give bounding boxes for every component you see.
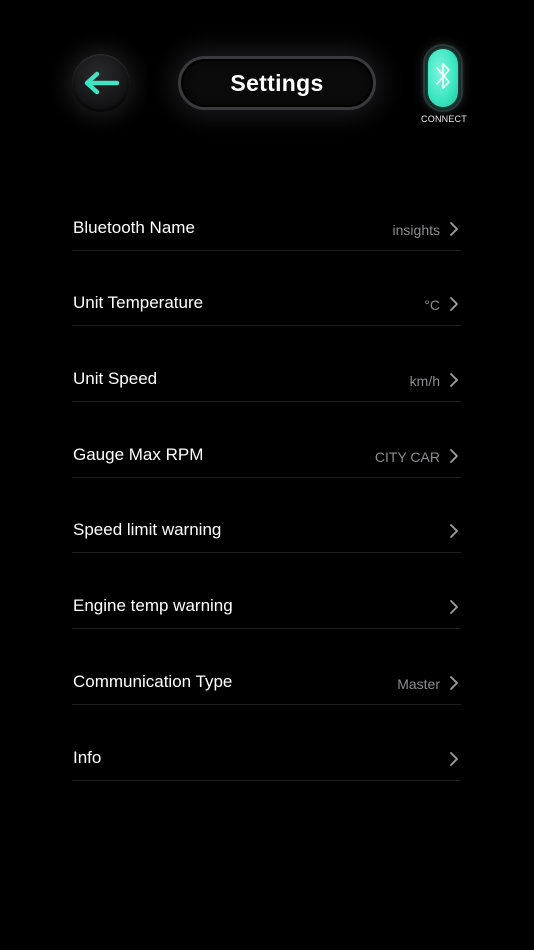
setting-row-bluetooth-name[interactable]: Bluetooth Name insights: [72, 175, 461, 251]
settings-list: Bluetooth Name insights Unit Temperature…: [72, 175, 461, 781]
setting-label: Speed limit warning: [73, 520, 222, 540]
setting-row-speed-limit-warning[interactable]: Speed limit warning: [72, 478, 461, 554]
setting-value: CITY CAR: [374, 448, 440, 465]
title-pill: Settings: [178, 56, 376, 110]
setting-value: °C: [424, 297, 440, 314]
chevron-right-icon: [450, 751, 458, 766]
connect-toggle-track[interactable]: [423, 44, 463, 112]
back-arrow-icon: [83, 71, 119, 95]
chevron-right-icon: [450, 675, 458, 690]
chevron-right-icon: [450, 448, 458, 463]
page-title: Settings: [230, 69, 324, 96]
setting-label: Info: [73, 747, 102, 767]
chevron-right-icon: [450, 600, 458, 615]
connect-label: CONNECT: [421, 114, 467, 124]
setting-row-gauge-max-rpm[interactable]: Gauge Max RPM CITY CAR: [72, 402, 461, 478]
setting-value: insights: [392, 221, 440, 238]
setting-label: Unit Speed: [73, 369, 158, 389]
setting-value: km/h: [409, 373, 440, 390]
setting-row-unit-temperature[interactable]: Unit Temperature °C: [72, 251, 461, 327]
setting-row-unit-speed[interactable]: Unit Speed km/h: [72, 326, 461, 403]
chevron-right-icon: [450, 373, 458, 387]
setting-row-info[interactable]: Info: [72, 705, 461, 781]
setting-label: Unit Temperature: [73, 293, 204, 313]
setting-label: Gauge Max RPM: [73, 444, 204, 464]
setting-row-engine-temp-warning[interactable]: Engine temp warning: [72, 553, 461, 630]
back-button[interactable]: [72, 54, 130, 112]
setting-label: Communication Type: [73, 671, 233, 691]
chevron-right-icon: [450, 524, 458, 539]
setting-value: Master: [397, 675, 440, 692]
header: Settings CONNECT: [0, 0, 534, 150]
setting-label: Bluetooth Name: [73, 217, 195, 237]
chevron-right-icon: [450, 297, 458, 312]
setting-row-communication-type[interactable]: Communication Type Master: [72, 629, 461, 705]
connect-toggle-knob[interactable]: [428, 49, 458, 107]
chevron-right-icon: [450, 221, 458, 236]
setting-label: Engine temp warning: [73, 596, 233, 616]
bluetooth-icon: [434, 58, 452, 99]
connect-toggle[interactable]: CONNECT: [416, 44, 472, 126]
